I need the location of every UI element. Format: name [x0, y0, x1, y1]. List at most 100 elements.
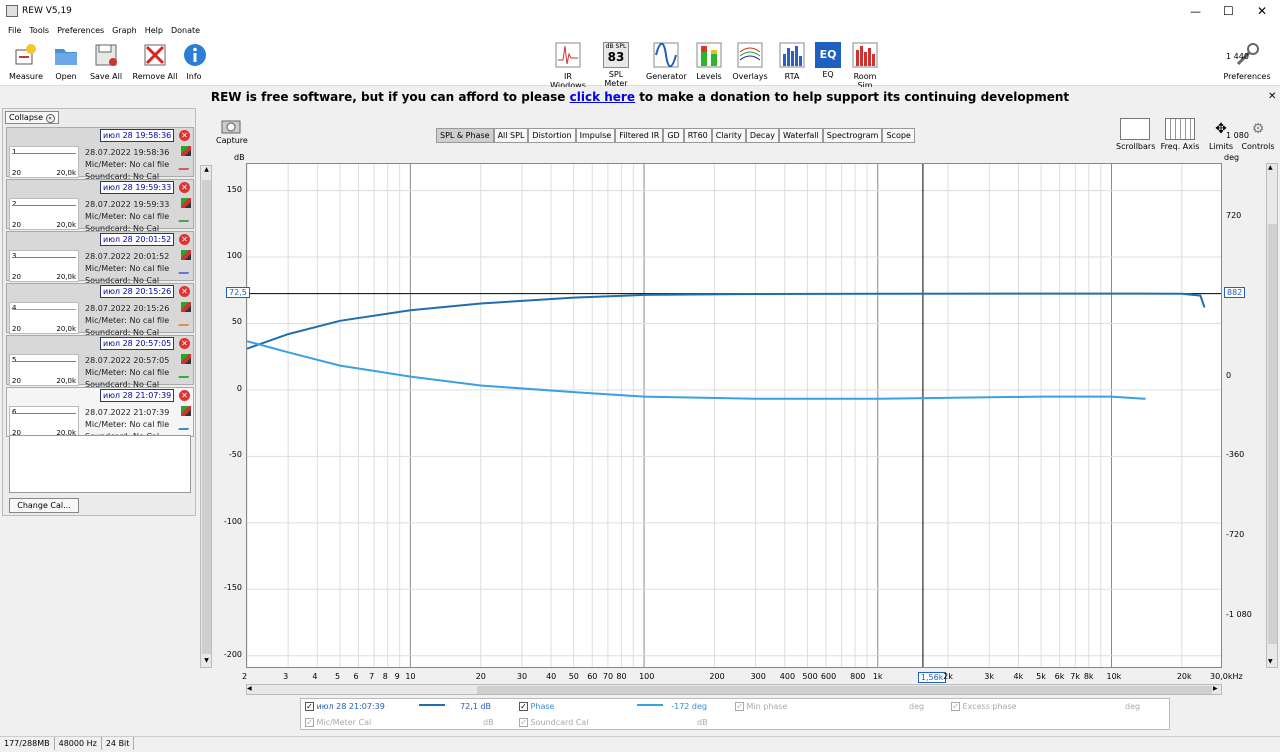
legend-soundcard-cal[interactable]: ✓ Soundcard Cal [519, 718, 589, 727]
generator-button[interactable]: Generator [646, 42, 687, 81]
scroll-down-icon[interactable]: ▼ [1268, 658, 1273, 665]
measurement-name-field[interactable]: июл 28 19:58:36 [100, 129, 174, 142]
scroll-up-icon[interactable]: ▲ [1268, 164, 1273, 171]
overlays-button[interactable]: Overlays [732, 42, 768, 81]
measurements-panel: Collapse « июл 28 19:58:36 ✕ 1 20 20,0k … [2, 108, 196, 516]
measurement-entry[interactable]: июл 28 20:57:05 ✕ 5 20 20,0k 28.07.2022 … [6, 335, 194, 389]
graph-tab[interactable]: Spectrogram [822, 128, 883, 143]
graph-tab[interactable]: Clarity [711, 128, 746, 143]
menu-file[interactable]: File [8, 26, 21, 35]
trace-color-icon[interactable] [178, 368, 194, 378]
delete-measurement-icon[interactable]: ✕ [179, 234, 190, 245]
delete-measurement-icon[interactable]: ✕ [179, 130, 190, 141]
notes-area[interactable] [9, 435, 191, 493]
measure-button[interactable]: Measure [8, 42, 44, 81]
info-icon [184, 44, 206, 66]
graph-settings-icon[interactable] [181, 354, 191, 364]
legend-mic-cal[interactable]: ✓ Mic/Meter Cal [305, 718, 371, 727]
capture-button[interactable]: Capture [216, 118, 248, 145]
donate-link[interactable]: click here [570, 90, 635, 104]
delete-measurement-icon[interactable]: ✕ [179, 182, 190, 193]
scroll-up-icon[interactable]: ▲ [202, 166, 211, 175]
graph-settings-icon[interactable] [181, 198, 191, 208]
close-button[interactable]: ✕ [1257, 4, 1267, 18]
menu-tools[interactable]: Tools [29, 26, 49, 35]
collapse-button[interactable]: Collapse « [5, 111, 59, 124]
measurement-name-field[interactable]: июл 28 21:07:39 [100, 389, 174, 402]
ir-windows-button[interactable]: IR Windows [546, 42, 590, 90]
legend-phase[interactable]: ✓ Phase [519, 702, 554, 711]
preferences-button[interactable]: Preferences [1222, 42, 1272, 81]
graph-tab[interactable]: SPL & Phase [436, 128, 494, 143]
measurement-entry[interactable]: июл 28 20:15:26 ✕ 4 20 20,0k 28.07.2022 … [6, 283, 194, 337]
freq-axis-button[interactable]: Freq. Axis [1160, 118, 1200, 151]
legend-excess-phase[interactable]: ✓ Excess phase [951, 702, 1017, 711]
scroll-thumb[interactable] [477, 686, 1212, 694]
menu-help[interactable]: Help [145, 26, 163, 35]
graph-tab[interactable]: Filtered IR [615, 128, 664, 143]
open-button[interactable]: Open [50, 42, 82, 81]
graph-tab[interactable]: Scope [882, 128, 915, 143]
trace-color-icon[interactable] [178, 212, 194, 222]
graph-tab[interactable]: RT60 [683, 128, 712, 143]
measurement-name-field[interactable]: июл 28 20:57:05 [100, 337, 174, 350]
x-tick-label: 200 [709, 672, 725, 681]
delete-measurement-icon[interactable]: ✕ [179, 390, 190, 401]
menu-graph[interactable]: Graph [112, 26, 137, 35]
left-scrollbar[interactable]: ▲ ▼ [200, 165, 212, 668]
banner-close-icon[interactable]: ✕ [1268, 87, 1276, 107]
measurement-name-field[interactable]: июл 28 20:15:26 [100, 285, 174, 298]
graph-settings-icon[interactable] [181, 406, 191, 416]
scroll-thumb[interactable] [1268, 224, 1277, 644]
status-bar: 177/288MB 48000 Hz 24 Bit [0, 736, 1280, 752]
graph-settings-icon[interactable] [181, 146, 191, 156]
trace-color-icon[interactable] [178, 160, 194, 170]
horizontal-scrollbar[interactable]: ◀ ▶ [246, 684, 1222, 695]
eq-button[interactable]: EQ EQ [814, 42, 842, 79]
spl-phase-chart[interactable] [246, 163, 1222, 668]
scroll-left-icon[interactable]: ◀ [247, 685, 252, 692]
change-cal-button[interactable]: Change Cal... [9, 498, 79, 513]
legend-min-phase[interactable]: ✓ Min phase [735, 702, 787, 711]
scrollbars-button[interactable]: Scrollbars [1116, 118, 1155, 151]
scroll-right-icon[interactable]: ▶ [1213, 685, 1218, 692]
right-scrollbar[interactable]: ▲ ▼ [1266, 163, 1278, 668]
graph-settings-icon[interactable] [181, 302, 191, 312]
graph-tab[interactable]: Waterfall [778, 128, 823, 143]
menu-donate[interactable]: Donate [171, 26, 200, 35]
graph-tab[interactable]: Distortion [528, 128, 576, 143]
delete-measurement-icon[interactable]: ✕ [179, 286, 190, 297]
measurement-entry[interactable]: июл 28 19:59:33 ✕ 2 20 20,0k 28.07.2022 … [6, 179, 194, 233]
trace-color-icon[interactable] [178, 264, 194, 274]
trace-color-icon[interactable] [178, 420, 194, 430]
maximize-button[interactable]: ☐ [1223, 4, 1234, 18]
measurement-name-field[interactable]: июл 28 20:01:52 [100, 233, 174, 246]
measurement-entry[interactable]: июл 28 19:58:36 ✕ 1 20 20,0k 28.07.2022 … [6, 127, 194, 181]
measurement-entry[interactable]: июл 28 21:07:39 ✕ 6 20 20,0k 28.07.2022 … [6, 387, 194, 441]
delete-measurement-icon[interactable]: ✕ [179, 338, 190, 349]
menu-preferences[interactable]: Preferences [57, 26, 104, 35]
thumbnail-trace [12, 309, 76, 310]
save-all-button[interactable]: Save All [88, 42, 124, 81]
graph-tab[interactable]: All SPL [493, 128, 529, 143]
graph-tab[interactable]: Decay [745, 128, 779, 143]
room-sim-button[interactable]: Room Sim [846, 42, 884, 90]
scroll-thumb[interactable] [202, 180, 211, 654]
info-button[interactable]: Info [182, 42, 206, 81]
legend-panel: ✓ июл 28 21:07:39 72,1 dB ✓ Phase -172 d… [300, 698, 1170, 730]
graph-settings-icon[interactable] [181, 250, 191, 260]
measurement-name-field[interactable]: июл 28 19:59:33 [100, 181, 174, 194]
graph-tab[interactable]: GD [663, 128, 684, 143]
rta-button[interactable]: RTA [778, 42, 806, 81]
levels-button[interactable]: Levels [694, 42, 724, 81]
minimize-button[interactable]: — [1190, 5, 1201, 18]
trace-color-icon[interactable] [178, 316, 194, 326]
remove-icon [144, 44, 166, 66]
measurement-thumbnail: 1 20 20,0k [9, 146, 79, 178]
measurement-entry[interactable]: июл 28 20:01:52 ✕ 3 20 20,0k 28.07.2022 … [6, 231, 194, 285]
remove-all-button[interactable]: Remove All [132, 42, 178, 81]
legend-measurement[interactable]: ✓ июл 28 21:07:39 [305, 702, 385, 711]
scroll-down-icon[interactable]: ▼ [202, 657, 211, 666]
graph-tab[interactable]: Impulse [575, 128, 616, 143]
spl-meter-button[interactable]: dB SPL 83 SPL Meter [596, 42, 636, 88]
